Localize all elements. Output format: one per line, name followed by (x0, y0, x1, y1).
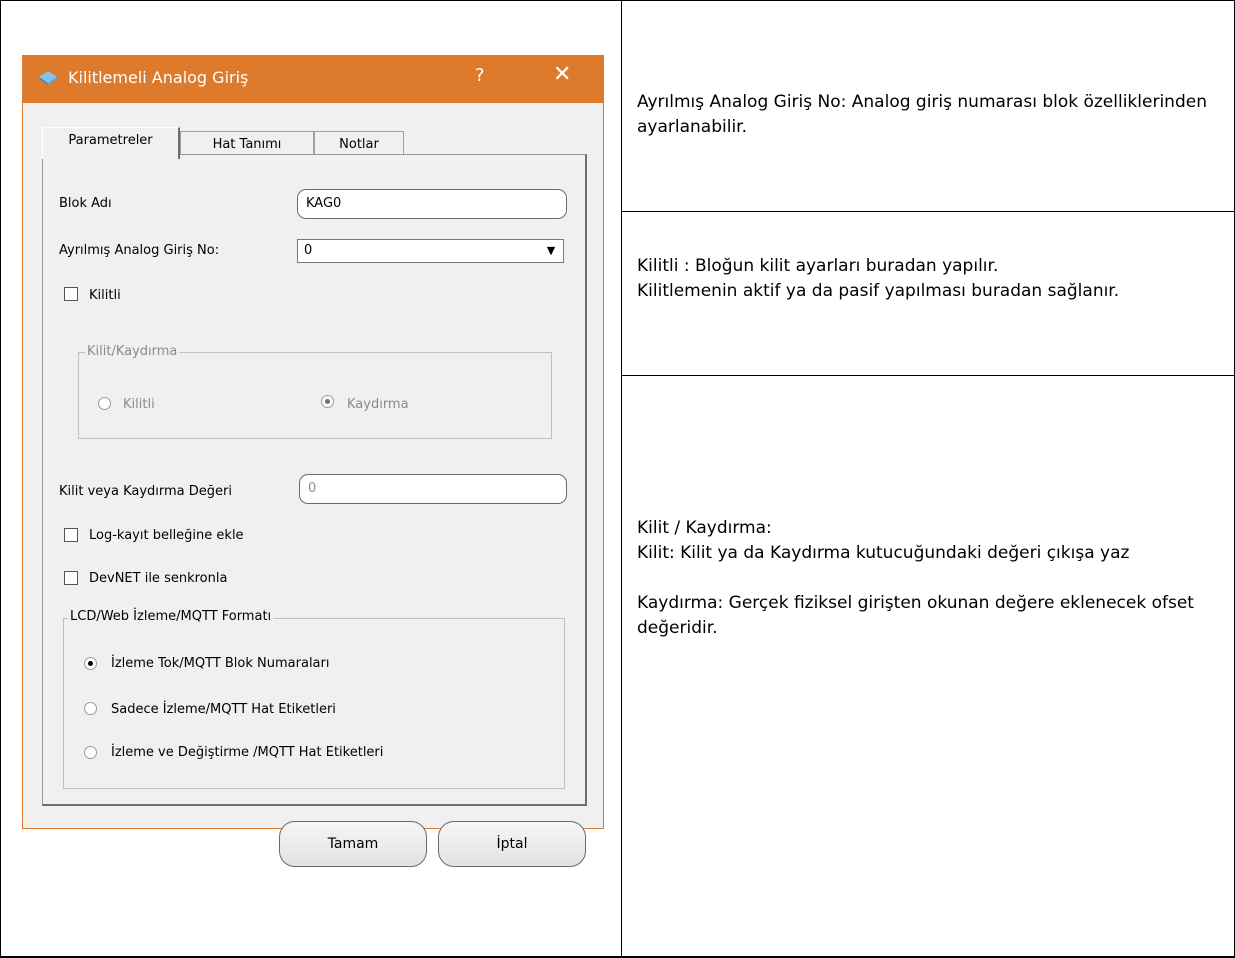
note-spacer (637, 566, 1227, 591)
devnet-checkbox-label: DevNET ile senkronla (89, 571, 228, 586)
locked-checkbox-label: Kilitli (89, 288, 121, 303)
ok-button[interactable]: Tamam (279, 821, 427, 867)
analog-input-value: 0 (304, 243, 313, 258)
lock-value-label: Kilit veya Kaydırma Değeri (59, 484, 232, 499)
radio-format-edit-labels[interactable] (84, 746, 97, 759)
note-analog-input: Ayrılmış Analog Giriş No: Analog giriş n… (637, 90, 1227, 140)
radio-shift[interactable] (321, 395, 334, 408)
note-lock-shift-heading: Kilit / Kaydırma: (637, 518, 772, 538)
tab-parametreler[interactable]: Parametreler (42, 127, 180, 159)
dropdown-arrow-icon[interactable]: ▼ (540, 241, 562, 261)
app-icon (39, 71, 57, 85)
lock-value-value: 0 (308, 481, 317, 496)
note-locked-line1: Kilitli : Bloğun kilit ayarları buradan … (637, 256, 999, 276)
note-lock-shift: Kilit / Kaydırma: Kilit: Kilit ya da Kay… (637, 516, 1227, 641)
radio-locked[interactable] (98, 397, 111, 410)
format-group-label: LCD/Web İzleme/MQTT Formatı (68, 609, 274, 624)
help-button[interactable]: ? (475, 65, 485, 86)
lock-shift-group (78, 352, 552, 439)
block-name-value: KAG0 (306, 196, 342, 211)
tab-notlar-label: Notlar (339, 137, 379, 152)
radio-format-line-labels[interactable] (84, 702, 97, 715)
lock-value-input[interactable]: 0 (299, 474, 567, 504)
table-row-divider-2 (621, 375, 1235, 376)
cancel-button[interactable]: İptal (438, 821, 586, 867)
note-lock-description: Kilit: Kilit ya da Kaydırma kutucuğundak… (637, 543, 1130, 563)
lock-shift-group-label: Kilit/Kaydırma (85, 344, 180, 359)
table-border-top (0, 0, 1235, 1)
table-row-divider-1 (621, 211, 1235, 212)
radio-format-block-numbers[interactable] (84, 657, 97, 670)
radio-format-edit-labels-label: İzleme ve Değiştirme /MQTT Hat Etiketler… (111, 745, 384, 760)
analog-input-label: Ayrılmış Analog Giriş No: (59, 243, 220, 258)
devnet-checkbox[interactable] (64, 571, 78, 585)
note-shift-description: Kaydırma: Gerçek fiziksel girişten okuna… (637, 593, 1194, 638)
radio-format-line-labels-label: Sadece İzleme/MQTT Hat Etiketleri (111, 702, 336, 717)
dialog-title: Kilitlemeli Analog Giriş (68, 68, 249, 87)
analog-input-select[interactable]: 0 ▼ (297, 239, 564, 263)
radio-locked-label: Kilitli (123, 397, 155, 412)
log-checkbox[interactable] (64, 528, 78, 542)
table-column-divider (621, 0, 622, 958)
block-name-input[interactable]: KAG0 (297, 189, 567, 219)
title-bar[interactable]: Kilitlemeli Analog Giriş ? ✕ (23, 56, 603, 103)
log-checkbox-label: Log-kayıt belleğine ekle (89, 528, 244, 543)
locked-checkbox[interactable] (64, 287, 78, 301)
note-locked-line2: Kilitlemenin aktif ya da pasif yapılması… (637, 281, 1120, 301)
tab-hat-tanimi-label: Hat Tanımı (212, 137, 282, 152)
close-button[interactable]: ✕ (553, 62, 571, 87)
radio-shift-label: Kaydırma (347, 397, 409, 412)
table-border-left (0, 0, 1, 958)
note-locked: Kilitli : Bloğun kilit ayarları buradan … (637, 254, 1227, 304)
tab-parametreler-label: Parametreler (68, 133, 153, 148)
dialog-window: Kilitlemeli Analog Giriş ? ✕ Parametrele… (22, 55, 604, 867)
radio-format-block-numbers-label: İzleme Tok/MQTT Blok Numaraları (111, 656, 330, 671)
note-analog-input-text: Ayrılmış Analog Giriş No: Analog giriş n… (637, 92, 1207, 137)
block-name-label: Blok Adı (59, 196, 112, 211)
